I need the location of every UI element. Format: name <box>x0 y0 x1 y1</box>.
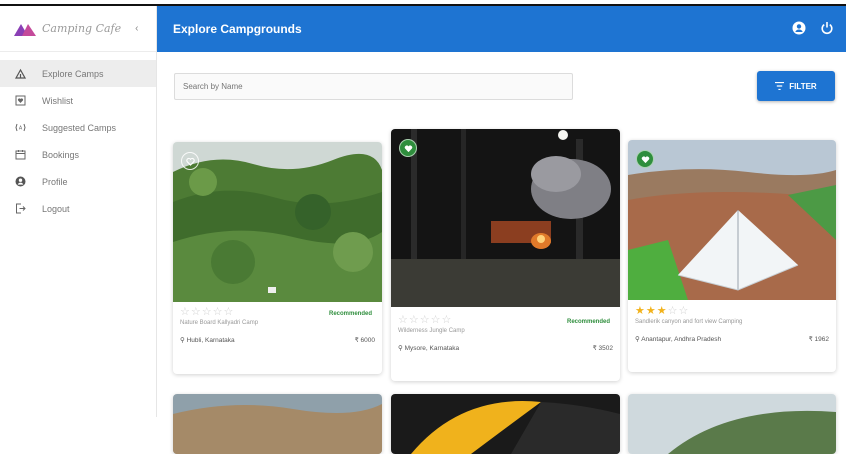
sidebar-item-label: Profile <box>42 176 68 187</box>
camp-card[interactable]: ☆☆☆☆☆ Recommended Wilderness Jungle Camp… <box>391 129 620 381</box>
camp-name: Sandlerik canyon and fort view Camping <box>635 319 743 325</box>
sidebar-item-label: Wishlist <box>42 95 73 106</box>
sidebar-item-explore-camps[interactable]: Explore Camps <box>0 60 156 87</box>
brand: Camping Cafe ‹ <box>0 6 156 52</box>
wishlist-heart-icon[interactable] <box>399 139 417 157</box>
filter-button[interactable]: FILTER <box>757 71 835 101</box>
logout-icon <box>14 203 26 215</box>
power-icon[interactable] <box>820 21 834 35</box>
tent-icon <box>14 68 26 80</box>
camp-card[interactable] <box>628 394 836 454</box>
camp-location: ⚲ Hubli, Karnataka <box>180 337 235 344</box>
search-input[interactable] <box>174 73 573 100</box>
campground-photo <box>391 394 620 454</box>
card-body: ☆☆☆☆☆ Recommended Wilderness Jungle Camp… <box>391 313 620 352</box>
card-body: ☆☆☆☆☆ Recommended Nature Board Kallyadri… <box>173 305 382 344</box>
camp-name: Wilderness Jungle Camp <box>398 328 465 334</box>
sidebar-item-label: Logout <box>42 203 70 214</box>
sidebar-item-wishlist[interactable]: Wishlist <box>0 87 156 114</box>
camp-name: Nature Board Kallyadri Camp <box>180 320 259 326</box>
wishlist-heart-icon[interactable] <box>181 152 199 170</box>
sidebar: Camping Cafe ‹ Explore Camps Wishlist A … <box>0 6 157 417</box>
campground-photo <box>173 142 382 302</box>
brand-name: Camping Cafe <box>42 22 122 35</box>
camp-location: ⚲ Mysore, Karnataka <box>398 345 460 352</box>
camp-price: ₹ 6000 <box>354 337 375 344</box>
sidebar-item-suggested-camps[interactable]: A Suggested Camps <box>0 114 156 141</box>
camp-location: ⚲ Anantapur, Andhra Pradesh <box>635 336 722 343</box>
heart-box-icon <box>14 95 26 107</box>
camp-card[interactable]: ☆☆☆☆☆ Recommended Nature Board Kallyadri… <box>173 142 382 374</box>
camp-location-row: ⚲ Anantapur, Andhra Pradesh ₹ 1962 <box>635 335 829 343</box>
camp-location-row: ⚲ Mysore, Karnataka ₹ 3502 <box>398 344 613 352</box>
header-actions <box>792 21 834 35</box>
camp-price: ₹ 3502 <box>592 345 613 352</box>
sidebar-item-bookings[interactable]: Bookings <box>0 141 156 168</box>
recommended-badge: Recommended <box>566 319 610 325</box>
wishlist-heart-icon[interactable] <box>636 150 654 168</box>
svg-text:A: A <box>18 126 22 132</box>
calendar-icon <box>14 149 26 161</box>
rating-stars: ★★★☆☆ <box>635 305 690 317</box>
account-icon <box>14 176 26 188</box>
campground-photo <box>173 394 382 454</box>
collapse-chevron-icon[interactable]: ‹ <box>135 23 138 34</box>
camp-price: ₹ 1962 <box>808 336 829 343</box>
sidebar-item-logout[interactable]: Logout <box>0 195 156 222</box>
campground-photo <box>628 140 836 300</box>
recommended-badge: Recommended <box>328 311 372 317</box>
tent-logo-icon <box>14 23 36 36</box>
campground-photo <box>391 129 620 307</box>
sidebar-item-label: Suggested Camps <box>42 122 117 133</box>
sidebar-item-label: Explore Camps <box>42 68 104 79</box>
app-header: Explore Campgrounds <box>157 6 846 52</box>
card-body: ★★★☆☆ Sandlerik canyon and fort view Cam… <box>628 304 836 343</box>
campground-photo <box>628 394 836 454</box>
account-circle-icon[interactable] <box>792 21 806 35</box>
camp-card[interactable]: ★★★☆☆ Sandlerik canyon and fort view Cam… <box>628 140 836 372</box>
filter-icon <box>775 82 785 90</box>
sidebar-item-profile[interactable]: Profile <box>0 168 156 195</box>
sidebar-item-label: Bookings <box>42 149 80 160</box>
filter-label: FILTER <box>789 81 817 91</box>
camp-location-row: ⚲ Hubli, Karnataka ₹ 6000 <box>180 336 375 344</box>
camp-card[interactable] <box>173 394 382 454</box>
sidebar-nav: Explore Camps Wishlist A Suggested Camps… <box>0 52 156 222</box>
page-title: Explore Campgrounds <box>173 22 302 36</box>
suggest-icon: A <box>14 122 26 134</box>
camp-card[interactable] <box>391 394 620 454</box>
main-content: FILTER ☆☆☆☆☆ Recommended Nature Board Ka… <box>157 52 846 454</box>
